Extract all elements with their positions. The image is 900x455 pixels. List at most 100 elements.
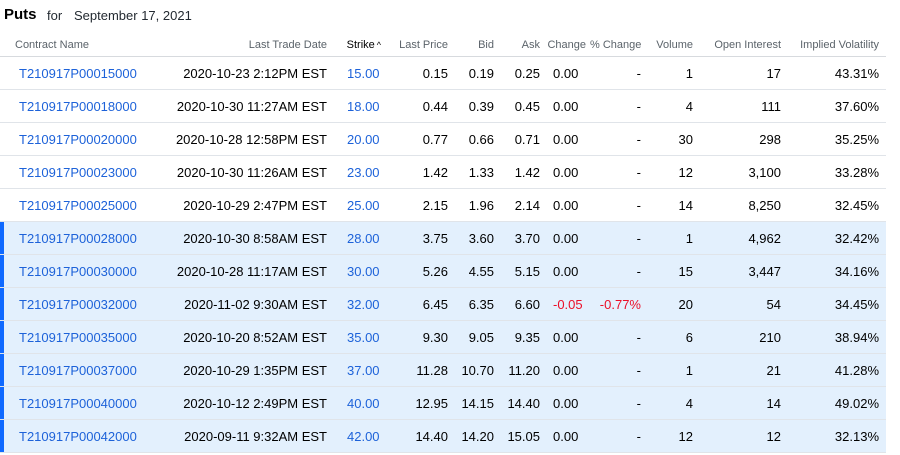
contract-name-cell: T210917P00018000 — [0, 89, 160, 123]
column-header-last-trade-date[interactable]: Last Trade Date — [160, 33, 333, 57]
strike-link[interactable]: 37.00 — [347, 363, 380, 378]
implied-volatility-cell: 32.13% — [788, 419, 886, 453]
column-header-pct-change[interactable]: % Change — [590, 33, 648, 57]
strike-cell: 37.00 — [333, 353, 385, 387]
last-price-cell: 2.15 — [385, 188, 455, 222]
implied-volatility-cell: 34.16% — [788, 254, 886, 288]
ask-cell: 2.14 — [501, 188, 547, 222]
contract-name-link[interactable]: T210917P00015000 — [19, 66, 137, 81]
contract-name-link[interactable]: T210917P00030000 — [19, 264, 137, 279]
table-row: T210917P00030000 2020-10-28 11:17AM EST 30… — [0, 254, 886, 288]
implied-volatility-cell: 34.45% — [788, 287, 886, 321]
open-interest-cell: 17 — [700, 56, 788, 90]
bid-cell: 9.05 — [455, 320, 501, 354]
last-trade-date-cell: 2020-10-30 11:26AM EST — [160, 155, 333, 189]
last-trade-date-cell: 2020-10-12 2:49PM EST — [160, 386, 333, 420]
strike-link[interactable]: 42.00 — [347, 429, 380, 444]
open-interest-cell: 8,250 — [700, 188, 788, 222]
pct-change-cell: - — [590, 386, 648, 420]
strike-link[interactable]: 25.00 — [347, 198, 380, 213]
column-header-strike-label: Strike — [346, 38, 375, 51]
change-cell: 0.00 — [547, 89, 590, 123]
strike-cell: 28.00 — [333, 221, 385, 255]
last-price-cell: 1.42 — [385, 155, 455, 189]
volume-cell: 1 — [648, 353, 700, 387]
contract-name-link[interactable]: T210917P00018000 — [19, 99, 137, 114]
strike-link[interactable]: 20.00 — [347, 132, 380, 147]
change-cell: 0.00 — [547, 188, 590, 222]
implied-volatility-cell: 32.42% — [788, 221, 886, 255]
strike-link[interactable]: 35.00 — [347, 330, 380, 345]
bid-cell: 3.60 — [455, 221, 501, 255]
contract-name-link[interactable]: T210917P00040000 — [19, 396, 137, 411]
last-price-cell: 12.95 — [385, 386, 455, 420]
strike-link[interactable]: 32.00 — [347, 297, 380, 312]
column-header-bid[interactable]: Bid — [455, 33, 501, 57]
last-price-cell: 0.77 — [385, 122, 455, 156]
bid-cell: 0.66 — [455, 122, 501, 156]
strike-link[interactable]: 40.00 — [347, 396, 380, 411]
table-row: T210917P00025000 2020-10-29 2:47PM EST 25.… — [0, 188, 886, 222]
table-row: T210917P00023000 2020-10-30 11:26AM EST 23… — [0, 155, 886, 189]
column-header-change[interactable]: Change — [547, 33, 590, 57]
implied-volatility-cell: 41.28% — [788, 353, 886, 387]
last-price-cell: 11.28 — [385, 353, 455, 387]
contract-name-link[interactable]: T210917P00032000 — [19, 297, 137, 312]
last-trade-date-cell: 2020-10-29 2:47PM EST — [160, 188, 333, 222]
strike-link[interactable]: 18.00 — [347, 99, 380, 114]
ask-cell: 0.45 — [501, 89, 547, 123]
ask-cell: 14.40 — [501, 386, 547, 420]
column-header-implied-volatility[interactable]: Implied Volatility — [788, 33, 886, 57]
column-header-contract-name[interactable]: Contract Name — [0, 33, 160, 57]
contract-name-cell: T210917P00020000 — [0, 122, 160, 156]
bid-cell: 14.15 — [455, 386, 501, 420]
implied-volatility-cell: 32.45% — [788, 188, 886, 222]
table-row: T210917P00035000 2020-10-20 8:52AM EST 35.… — [0, 320, 886, 354]
last-trade-date-cell: 2020-10-30 11:27AM EST — [160, 89, 333, 123]
last-price-cell: 6.45 — [385, 287, 455, 321]
column-header-strike[interactable]: Strike ^ — [333, 33, 385, 57]
strike-cell: 30.00 — [333, 254, 385, 288]
column-header-open-interest[interactable]: Open Interest — [700, 33, 788, 57]
volume-cell: 1 — [648, 221, 700, 255]
contract-name-cell: T210917P00035000 — [0, 320, 160, 354]
bid-cell: 1.96 — [455, 188, 501, 222]
bid-cell: 10.70 — [455, 353, 501, 387]
contract-name-link[interactable]: T210917P00035000 — [19, 330, 137, 345]
strike-link[interactable]: 23.00 — [347, 165, 380, 180]
contract-name-cell: T210917P00025000 — [0, 188, 160, 222]
open-interest-cell: 14 — [700, 386, 788, 420]
contract-name-link[interactable]: T210917P00037000 — [19, 363, 137, 378]
contract-name-link[interactable]: T210917P00042000 — [19, 429, 137, 444]
table-header-row: Contract Name Last Trade Date Strike ^ La… — [0, 33, 886, 57]
strike-cell: 25.00 — [333, 188, 385, 222]
table-row: T210917P00042000 2020-09-11 9:32AM EST 42.… — [0, 419, 886, 453]
strike-link[interactable]: 30.00 — [347, 264, 380, 279]
strike-link[interactable]: 28.00 — [347, 231, 380, 246]
contract-name-link[interactable]: T210917P00020000 — [19, 132, 137, 147]
contract-name-link[interactable]: T210917P00028000 — [19, 231, 137, 246]
column-header-volume[interactable]: Volume — [648, 33, 700, 57]
volume-cell: 20 — [648, 287, 700, 321]
contract-name-cell: T210917P00030000 — [0, 254, 160, 288]
contract-name-link[interactable]: T210917P00023000 — [19, 165, 137, 180]
pct-change-cell: - — [590, 320, 648, 354]
table-row: T210917P00020000 2020-10-28 12:58PM EST 20… — [0, 122, 886, 156]
implied-volatility-cell: 49.02% — [788, 386, 886, 420]
column-header-ask[interactable]: Ask — [501, 33, 547, 57]
open-interest-cell: 54 — [700, 287, 788, 321]
last-trade-date-cell: 2020-10-20 8:52AM EST — [160, 320, 333, 354]
change-cell: 0.00 — [547, 419, 590, 453]
open-interest-cell: 210 — [700, 320, 788, 354]
column-header-last-price[interactable]: Last Price — [385, 33, 455, 57]
strike-link[interactable]: 15.00 — [347, 66, 380, 81]
implied-volatility-cell: 38.94% — [788, 320, 886, 354]
volume-cell: 6 — [648, 320, 700, 354]
last-trade-date-cell: 2020-11-02 9:30AM EST — [160, 287, 333, 321]
strike-cell: 15.00 — [333, 56, 385, 90]
contract-name-link[interactable]: T210917P00025000 — [19, 198, 137, 213]
strike-cell: 42.00 — [333, 419, 385, 453]
sort-ascending-icon: ^ — [376, 39, 381, 50]
change-cell: 0.00 — [547, 320, 590, 354]
volume-cell: 30 — [648, 122, 700, 156]
